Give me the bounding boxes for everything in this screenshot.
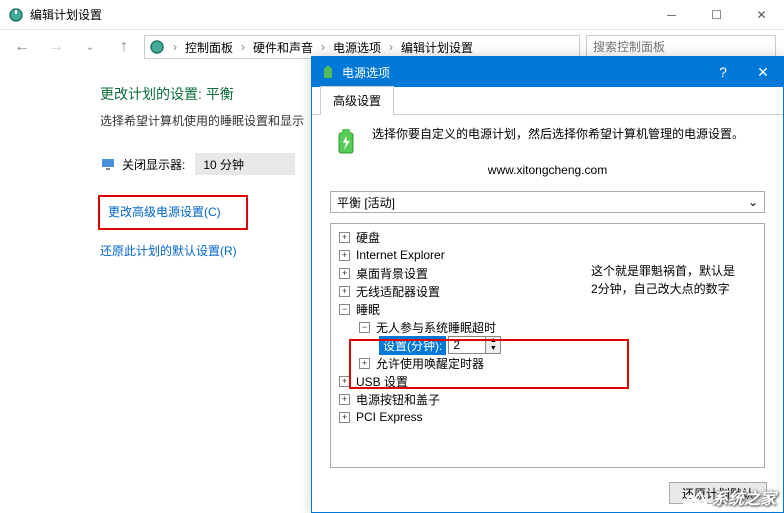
power-plan-icon (8, 7, 24, 23)
expand-icon[interactable]: + (339, 376, 350, 387)
highlight-box: 更改高级电源设置(C) (98, 195, 248, 230)
advanced-settings-link[interactable]: 更改高级电源设置(C) (108, 205, 221, 219)
tree-item-setting-value[interactable]: 设置(分钟): ▲ ▼ (333, 336, 762, 354)
tree-item-usb[interactable]: +USB 设置 (333, 372, 762, 390)
expand-icon[interactable]: + (339, 268, 350, 279)
breadcrumb-item[interactable]: 电源选项 (331, 39, 383, 56)
history-dropdown[interactable]: ⌄ (76, 33, 104, 61)
chevron-down-icon: ⌄ (748, 195, 758, 209)
chevron-right-icon: › (237, 40, 249, 54)
window-titlebar: 编辑计划设置 ─ ☐ ✕ (0, 0, 784, 30)
collapse-icon[interactable]: − (339, 304, 350, 315)
expand-icon[interactable]: + (339, 394, 350, 405)
dialog-titlebar: 电源选项 ? ✕ (312, 57, 783, 87)
expand-icon[interactable]: + (359, 358, 370, 369)
plan-select[interactable]: 平衡 [活动] ⌄ (330, 191, 765, 213)
minutes-spinner[interactable]: ▲ ▼ (448, 336, 501, 354)
close-button[interactable]: ✕ (739, 0, 784, 30)
minutes-input[interactable] (449, 338, 485, 352)
dialog-body: 选择你要自定义的电源计划，然后选择你希望计算机管理的电源设置。 www.xito… (312, 115, 783, 478)
help-button[interactable]: ? (703, 64, 743, 80)
expand-icon[interactable]: + (339, 412, 350, 423)
settings-tree[interactable]: +硬盘 +Internet Explorer +桌面背景设置 +无线适配器设置 … (330, 223, 765, 468)
watermark: 系统之家 (680, 485, 776, 509)
tree-item-hdd[interactable]: +硬盘 (333, 228, 762, 246)
tree-item-unattended-sleep[interactable]: −无人参与系统睡眠超时 (333, 318, 762, 336)
battery-small-icon (320, 64, 336, 80)
chevron-right-icon: › (385, 40, 397, 54)
maximize-button[interactable]: ☐ (694, 0, 739, 30)
tree-item-pci[interactable]: +PCI Express (333, 408, 762, 426)
display-off-label: 关闭显示器: (122, 156, 185, 173)
url-text: www.xitongcheng.com (330, 163, 765, 177)
battery-icon (330, 125, 362, 157)
expand-icon[interactable]: + (339, 286, 350, 297)
tab-advanced-settings[interactable]: 高级设置 (320, 86, 394, 115)
tab-row: 高级设置 (312, 87, 783, 115)
dialog-description: 选择你要自定义的电源计划，然后选择你希望计算机管理的电源设置。 (372, 125, 744, 143)
breadcrumb-item[interactable]: 硬件和声音 (251, 39, 315, 56)
dialog-title: 电源选项 (342, 64, 703, 81)
tree-item-power-buttons[interactable]: +电源按钮和盖子 (333, 390, 762, 408)
annotation-text: 这个就是罪魁祸首，默认是 2分钟，自己改大点的数字 (591, 262, 756, 298)
restore-defaults-link[interactable]: 还原此计划的默认设置(R) (100, 244, 237, 258)
minimize-button[interactable]: ─ (649, 0, 694, 30)
chevron-right-icon: › (317, 40, 329, 54)
expand-icon[interactable]: + (339, 232, 350, 243)
tree-item-sleep[interactable]: −睡眠 (333, 300, 762, 318)
power-icon (149, 39, 165, 55)
forward-button[interactable]: → (42, 33, 70, 61)
chevron-right-icon: › (169, 40, 181, 54)
back-button[interactable]: ← (8, 33, 36, 61)
display-off-dropdown[interactable]: 10 分钟 (195, 153, 295, 175)
expand-icon[interactable]: + (339, 250, 350, 261)
plan-select-value: 平衡 [活动] (337, 194, 395, 211)
tree-item-wake-timers[interactable]: +允许使用唤醒定时器 (333, 354, 762, 372)
window-title: 编辑计划设置 (30, 6, 649, 23)
dialog-close-button[interactable]: ✕ (743, 64, 783, 81)
spinner-up-button[interactable]: ▲ (486, 337, 500, 345)
setting-minutes-label: 设置(分钟): (379, 336, 446, 355)
spinner-down-button[interactable]: ▼ (486, 345, 500, 353)
collapse-icon[interactable]: − (359, 322, 370, 333)
monitor-icon (100, 156, 116, 172)
watermark-logo-icon (680, 486, 708, 508)
window-controls: ─ ☐ ✕ (649, 0, 784, 30)
breadcrumb-item[interactable]: 控制面板 (183, 39, 235, 56)
power-options-dialog: 电源选项 ? ✕ 高级设置 选择你要自定义的电源计划，然后选择你希望计算机管理的… (311, 56, 784, 513)
breadcrumb-item[interactable]: 编辑计划设置 (399, 39, 475, 56)
up-button[interactable]: ↑ (110, 33, 138, 61)
